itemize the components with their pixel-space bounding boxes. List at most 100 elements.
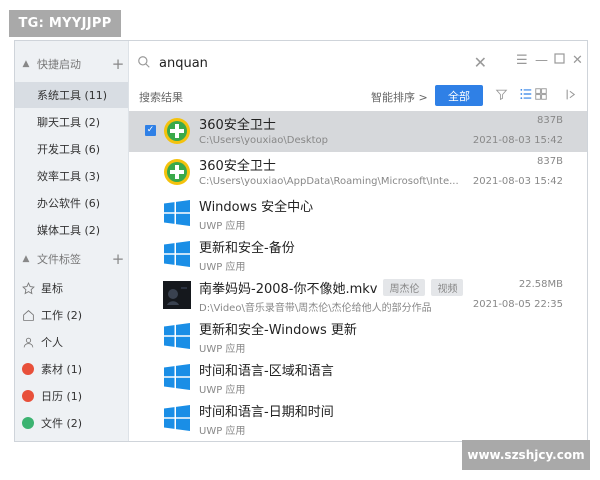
section-file-tags[interactable]: ▲ 文件标签 +: [15, 246, 128, 272]
grid-view-icon[interactable]: [534, 86, 548, 105]
sidebar: ▲ 快捷启动 + 系统工具 (11) 聊天工具 (2) 开发工具 (6) 效率工…: [15, 41, 129, 441]
windows-icon: [163, 404, 191, 432]
sort-dropdown[interactable]: 智能排序 >: [371, 89, 428, 105]
windows-icon: [163, 199, 191, 227]
360-safe-icon: [163, 158, 191, 186]
result-name: Windows 安全中心: [199, 200, 314, 215]
result-size: 22.58MB: [518, 279, 563, 290]
sidebar-item-label: 效率工具 (3): [37, 170, 101, 183]
result-name: 南拳妈妈-2008-你不像她.mkv 周杰伦 视频: [199, 278, 464, 297]
result-size: 837B: [537, 115, 563, 126]
tag-label: 素材 (1): [41, 363, 83, 376]
sidebar-item-label: 聊天工具 (2): [37, 116, 101, 129]
watermark-bottom: www.szshjcy.com: [462, 440, 590, 470]
main-panel: ✕ ☰ — ✕ 搜索结果 智能排序 > 全部: [129, 41, 587, 441]
result-row[interactable]: 时间和语言-日期和时间 UWP 应用: [129, 398, 587, 439]
tag-color-dot: [22, 390, 34, 402]
app-window: ▲ 快捷启动 + 系统工具 (11) 聊天工具 (2) 开发工具 (6) 效率工…: [14, 40, 588, 442]
user-icon: [15, 336, 41, 349]
result-name: 更新和安全-Windows 更新: [199, 323, 357, 338]
result-date: 2021-08-03 15:42: [472, 176, 563, 187]
panel-toggle-icon[interactable]: [565, 86, 578, 105]
result-size: 837B: [537, 156, 563, 167]
result-name: 更新和安全-备份: [199, 241, 295, 256]
360-safe-icon: [163, 117, 191, 145]
results-list: ✓ 360安全卫士 C:\Users\youxiao\Desktop 837B …: [129, 111, 587, 441]
chevron-up-icon: ▲: [22, 254, 30, 264]
result-row[interactable]: 更新和安全-备份 UWP 应用: [129, 234, 587, 275]
result-row[interactable]: 南拳妈妈-2008-你不像她.mkv 周杰伦 视频 D:\Video\音乐录音带\周…: [129, 275, 587, 316]
chevron-up-icon: ▲: [22, 59, 30, 69]
row-checkbox[interactable]: ✓: [145, 125, 156, 136]
result-row[interactable]: 时间和语言-区域和语言 UWP 应用: [129, 357, 587, 398]
tag-item-star[interactable]: 星标: [15, 275, 128, 301]
filter-all-button[interactable]: 全部: [435, 85, 483, 106]
result-name: 时间和语言-区域和语言: [199, 364, 334, 379]
tag-color-dot: [22, 417, 34, 429]
sidebar-item-chat-tools[interactable]: 聊天工具 (2): [15, 109, 128, 135]
result-name: 时间和语言-日期和时间: [199, 405, 334, 420]
windows-icon: [163, 240, 191, 268]
result-path: UWP 应用: [199, 426, 246, 437]
sidebar-item-label: 系统工具 (11): [37, 89, 108, 102]
tag-chip[interactable]: 周杰伦: [383, 279, 426, 296]
tag-label: 星标: [41, 282, 63, 295]
result-row[interactable]: Windows 安全中心 UWP 应用: [129, 193, 587, 234]
result-date: 2021-08-05 22:35: [472, 299, 563, 310]
tag-label: 工作 (2): [41, 309, 83, 322]
list-view-icon[interactable]: [519, 86, 533, 105]
video-thumbnail: [163, 281, 191, 309]
result-path: C:\Users\youxiao\AppData\Roaming\Microso…: [199, 176, 459, 187]
results-toolbar: 搜索结果 智能排序 > 全部: [129, 83, 587, 109]
add-tag-icon[interactable]: +: [108, 250, 128, 268]
result-row[interactable]: 更新和安全-Windows 更新 UWP 应用: [129, 316, 587, 357]
result-row[interactable]: ✓ 360安全卫士 C:\Users\youxiao\Desktop 837B …: [129, 111, 587, 152]
sidebar-item-system-tools[interactable]: 系统工具 (11): [15, 82, 128, 108]
sidebar-item-media-tools[interactable]: 媒体工具 (2): [15, 217, 128, 243]
result-path: UWP 应用: [199, 385, 246, 396]
tag-item-personal[interactable]: 个人: [15, 329, 128, 355]
add-quick-launch-icon[interactable]: +: [108, 55, 128, 73]
minimize-icon[interactable]: —: [535, 53, 548, 68]
tag-item-calendar[interactable]: 日历 (1): [15, 383, 128, 409]
tag-label: 文件 (2): [41, 417, 83, 430]
result-name: 360安全卫士: [199, 159, 276, 174]
section-label: 文件标签: [37, 253, 81, 266]
tag-color-dot: [22, 363, 34, 375]
close-window-icon[interactable]: ✕: [572, 53, 583, 68]
tag-item-work[interactable]: 工作 (2): [15, 302, 128, 328]
search-input[interactable]: [157, 54, 451, 72]
sidebar-item-dev-tools[interactable]: 开发工具 (6): [15, 136, 128, 162]
result-path: D:\Video\音乐录音带\周杰伦\杰伦给他人的部分作品: [199, 303, 432, 314]
search-bar: ✕: [137, 51, 487, 75]
windows-icon: [163, 363, 191, 391]
section-quick-launch[interactable]: ▲ 快捷启动 +: [15, 51, 128, 77]
star-icon: [15, 281, 41, 295]
menu-icon[interactable]: ☰: [516, 53, 528, 68]
sidebar-item-label: 开发工具 (6): [37, 143, 101, 156]
tag-item-material[interactable]: 素材 (1): [15, 356, 128, 382]
result-path: UWP 应用: [199, 262, 246, 273]
result-path: C:\Users\youxiao\Desktop: [199, 135, 329, 146]
clear-search-icon[interactable]: ✕: [474, 53, 487, 72]
tag-label: 个人: [41, 336, 63, 349]
result-path: UWP 应用: [199, 344, 246, 355]
tag-item-files[interactable]: 文件 (2): [15, 410, 128, 436]
results-label: 搜索结果: [139, 91, 183, 104]
watermark-top: TG: MYYJJPP: [9, 10, 121, 37]
result-date: 2021-08-03 15:42: [472, 135, 563, 146]
search-icon: [137, 54, 151, 73]
sidebar-item-label: 办公软件 (6): [37, 197, 101, 210]
filter-icon[interactable]: [495, 86, 508, 105]
section-label: 快捷启动: [37, 58, 81, 71]
tag-chip[interactable]: 视频: [431, 279, 464, 296]
result-name: 360安全卫士: [199, 118, 276, 133]
maximize-icon[interactable]: [554, 53, 565, 68]
result-row[interactable]: 360安全卫士 C:\Users\youxiao\AppData\Roaming…: [129, 152, 587, 193]
sidebar-item-label: 媒体工具 (2): [37, 224, 101, 237]
tag-label: 日历 (1): [41, 390, 83, 403]
result-path: UWP 应用: [199, 221, 246, 232]
sidebar-item-office-software[interactable]: 办公软件 (6): [15, 190, 128, 216]
home-icon: [15, 309, 41, 322]
sidebar-item-productivity-tools[interactable]: 效率工具 (3): [15, 163, 128, 189]
